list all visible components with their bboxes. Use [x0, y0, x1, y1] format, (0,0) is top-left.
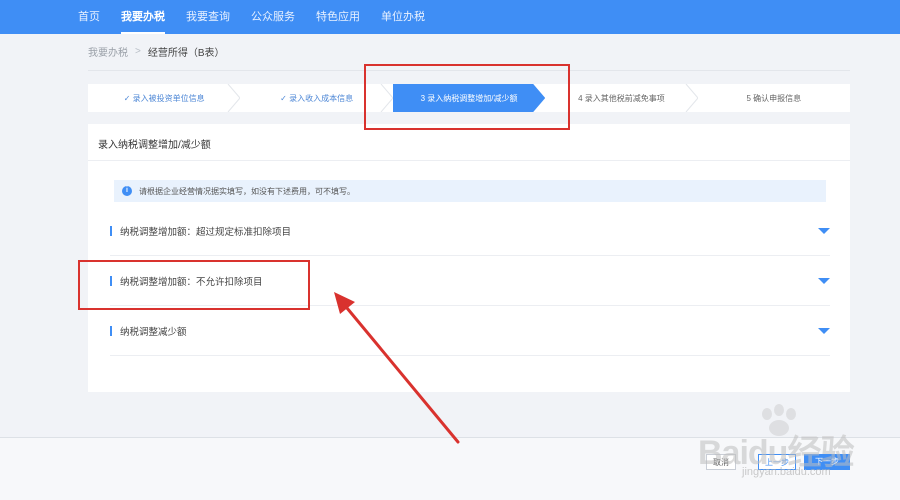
- section-label: 纳税调整减少额: [120, 326, 187, 338]
- top-nav: 首页 我要办税 我要查询 公众服务 特色应用 单位办税: [0, 0, 900, 34]
- step-2-label: ✓ 录入收入成本信息: [280, 93, 354, 103]
- caret-down-icon[interactable]: [818, 227, 830, 234]
- nav-item-unit-tax[interactable]: 单位办税: [381, 0, 425, 34]
- section-marker: [110, 225, 112, 236]
- card-divider: [88, 160, 850, 161]
- info-circle-icon: i: [122, 186, 132, 196]
- nav-item-query[interactable]: 我要查询: [186, 0, 230, 34]
- section-marker: [110, 325, 112, 336]
- section-decrease-amount[interactable]: 纳税调整减少额: [110, 306, 830, 356]
- watermark-url: jingyan.baidu.com: [742, 466, 831, 478]
- nav-item-tax-filing[interactable]: 我要办税: [121, 0, 165, 34]
- nav-item-home[interactable]: 首页: [78, 0, 100, 34]
- notice-text: 请根据企业经营情况据实填写，如没有下述费用，可不填写。: [139, 186, 355, 196]
- step-separator-icon: [228, 84, 242, 112]
- step-5[interactable]: 5 确认申报信息: [697, 84, 851, 112]
- breadcrumb-separator-icon: >: [135, 46, 141, 57]
- highlight-box-current-step: [364, 64, 570, 130]
- caret-down-icon[interactable]: [818, 327, 830, 334]
- highlight-box-section: [78, 260, 310, 310]
- breadcrumb-current: 经营所得（B表）: [147, 48, 225, 59]
- step-separator-icon: [685, 84, 699, 112]
- breadcrumb-root[interactable]: 我要办税: [88, 44, 128, 59]
- section-label: 纳税调整增加额：超过规定标准扣除项目: [120, 226, 292, 238]
- step-5-label: 5 确认申报信息: [746, 93, 802, 103]
- step-1-label: ✓ 录入被投资单位信息: [123, 93, 205, 103]
- adjustment-card: 录入纳税调整增加/减少额 i 请根据企业经营情况据实填写，如没有下述费用，可不填…: [88, 124, 850, 392]
- nav-item-public-service[interactable]: 公众服务: [251, 0, 295, 34]
- notice-banner: i 请根据企业经营情况据实填写，如没有下述费用，可不填写。: [114, 180, 826, 202]
- card-title: 录入纳税调整增加/减少额: [98, 140, 211, 151]
- breadcrumb: 我要办税 > 经营所得（B表）: [88, 44, 225, 59]
- caret-down-icon[interactable]: [818, 277, 830, 284]
- step-4-label: 4 录入其他税前减免事项: [578, 93, 665, 103]
- section-over-limit-deductions[interactable]: 纳税调整增加额：超过规定标准扣除项目: [110, 206, 830, 256]
- nav-item-featured-apps[interactable]: 特色应用: [316, 0, 360, 34]
- step-1[interactable]: ✓ 录入被投资单位信息: [88, 84, 242, 112]
